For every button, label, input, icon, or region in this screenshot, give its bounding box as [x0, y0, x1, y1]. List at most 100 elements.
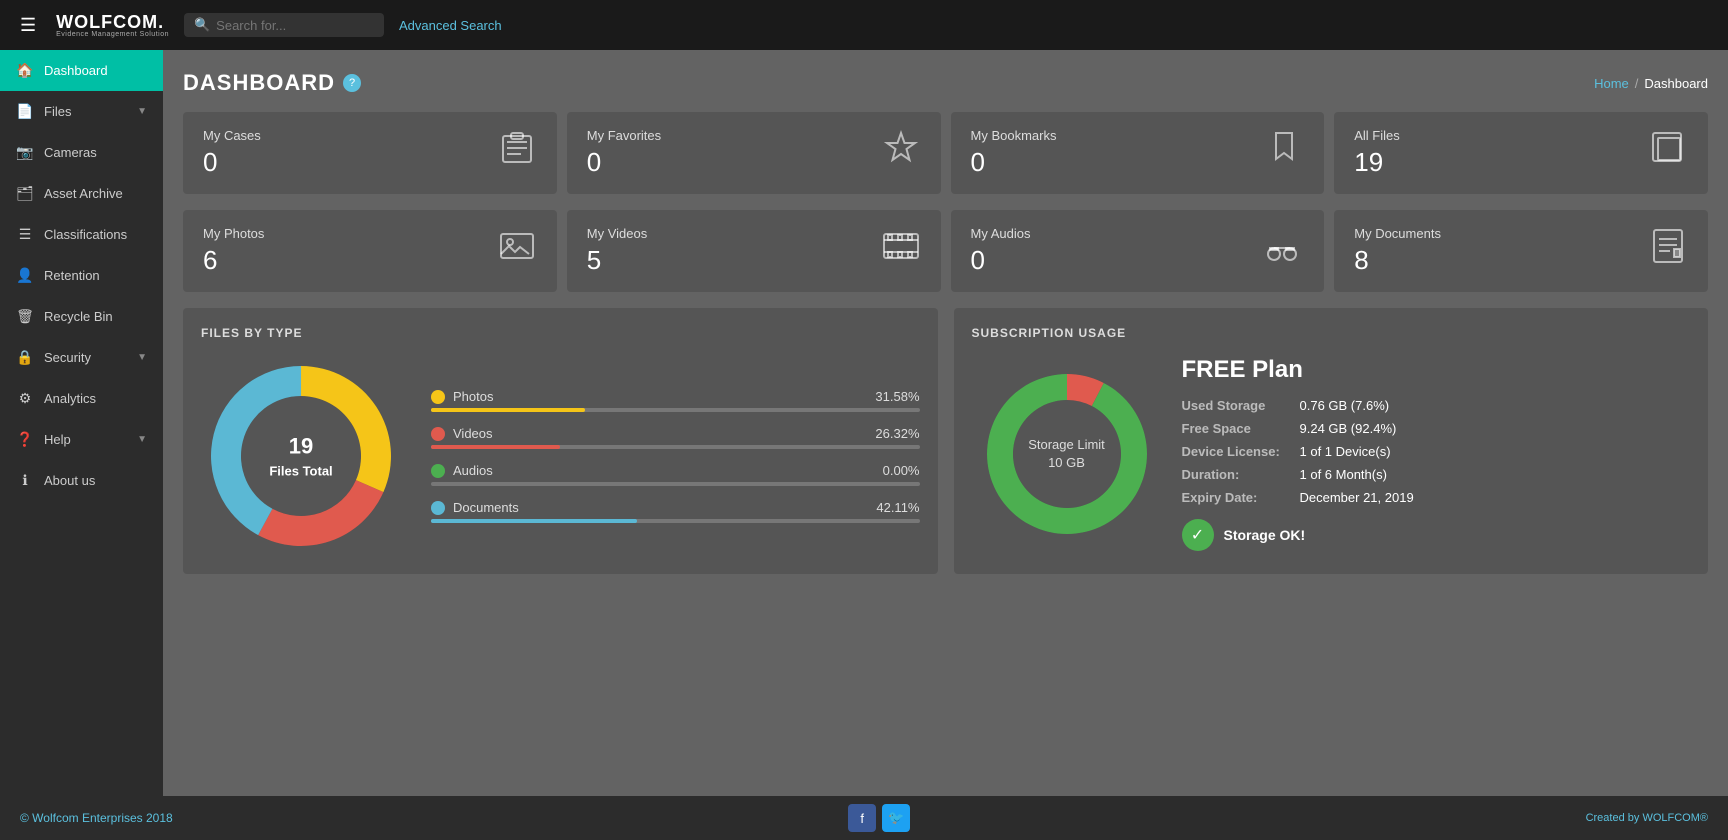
stat-card-my-documents[interactable]: My Documents 8: [1334, 210, 1708, 292]
help-icon: ❓: [16, 431, 34, 448]
advanced-search-link[interactable]: Advanced Search: [399, 18, 502, 33]
stat-value: 6: [203, 245, 264, 276]
security-label: Security: [44, 350, 127, 365]
used-storage-row: Used Storage 0.76 GB (7.6%): [1182, 398, 1691, 413]
stat-label: My Cases: [203, 128, 261, 143]
stat-card-my-audios[interactable]: My Audios 0: [951, 210, 1325, 292]
sidebar-item-retention[interactable]: 👤 Retention: [0, 255, 163, 296]
stat-icon: [1260, 226, 1304, 276]
subscription-donut: Storage Limit 10 GB: [972, 359, 1162, 549]
breadcrumb-home[interactable]: Home: [1594, 76, 1629, 91]
stats-row-2: My Photos 6 My Videos 5: [183, 210, 1708, 292]
stat-value: 0: [203, 147, 261, 178]
stat-card-my-cases[interactable]: My Cases 0: [183, 112, 557, 194]
subscription-panel: SUBSCRIPTION USAGE Storage Limit 10 GB F…: [954, 308, 1709, 574]
legend-dot: [431, 390, 445, 404]
help-label: Help: [44, 432, 127, 447]
files-legend: Photos 31.58% Videos 26.32%: [431, 389, 920, 523]
breadcrumb-sep: /: [1635, 76, 1639, 91]
sidebar-item-cameras[interactable]: 📷 Cameras: [0, 132, 163, 173]
twitter-button[interactable]: 🐦: [882, 804, 910, 832]
device-license-row: Device License: 1 of 1 Device(s): [1182, 444, 1691, 459]
cameras-label: Cameras: [44, 145, 147, 160]
storage-ok-row: ✓ Storage OK!: [1182, 519, 1691, 551]
stat-icon: [1648, 128, 1688, 178]
storage-ok-label: Storage OK!: [1224, 527, 1306, 543]
footer-social: f 🐦: [848, 804, 910, 832]
help-icon[interactable]: ?: [343, 74, 361, 92]
duration-key: Duration:: [1182, 467, 1292, 482]
files-by-type-panel: FILES BY TYPE 19 Files Total Photos 3: [183, 308, 938, 574]
legend-dot: [431, 464, 445, 478]
security-arrow: ▼: [137, 352, 147, 363]
sidebar-item-analytics[interactable]: ⚙ Analytics: [0, 378, 163, 419]
retention-icon: 👤: [16, 267, 34, 284]
topnav: ☰ WOLFCOM. Evidence Management Solution …: [0, 0, 1728, 50]
stat-value: 0: [971, 245, 1031, 276]
stat-card-all-files[interactable]: All Files 19: [1334, 112, 1708, 194]
breadcrumb-current: Dashboard: [1644, 76, 1708, 91]
stat-icon: [1648, 226, 1688, 276]
analytics-label: Analytics: [44, 391, 147, 406]
legend-item-photos: Photos 31.58%: [431, 389, 920, 412]
stat-card-my-photos[interactable]: My Photos 6: [183, 210, 557, 292]
files-icon: 📄: [16, 103, 34, 120]
sidebar-item-asset-archive[interactable]: 🗂 Asset Archive: [0, 173, 163, 214]
stat-label: My Audios: [971, 226, 1031, 241]
stat-label: My Bookmarks: [971, 128, 1057, 143]
storage-ok-icon: ✓: [1182, 519, 1214, 551]
facebook-button[interactable]: f: [848, 804, 876, 832]
files-by-type-content: 19 Files Total Photos 31.58%: [201, 356, 920, 556]
stat-card-my-favorites[interactable]: My Favorites 0: [567, 112, 941, 194]
sidebar-item-dashboard[interactable]: 🏠 Dashboard: [0, 50, 163, 91]
files-label: Files: [44, 104, 127, 119]
stat-label: My Documents: [1354, 226, 1441, 241]
logo: WOLFCOM. Evidence Management Solution: [56, 13, 169, 38]
legend-item-documents: Documents 42.11%: [431, 500, 920, 523]
footer-copyright: © Wolfcom Enterprises: [20, 811, 143, 825]
stat-icon: [497, 226, 537, 276]
sidebar-item-about[interactable]: ℹ About us: [0, 460, 163, 501]
dashboard-icon: 🏠: [16, 62, 34, 79]
security-icon: 🔒: [16, 349, 34, 366]
classifications-label: Classifications: [44, 227, 147, 242]
stat-label: All Files: [1354, 128, 1400, 143]
stat-card-my-videos[interactable]: My Videos 5: [567, 210, 941, 292]
sidebar-item-security[interactable]: 🔒 Security ▼: [0, 337, 163, 378]
classifications-icon: ☰: [16, 226, 34, 243]
footer-right: Created by WOLFCOM®: [1586, 812, 1708, 824]
stat-icon: [497, 128, 537, 178]
about-label: About us: [44, 473, 147, 488]
expiry-val: December 21, 2019: [1300, 490, 1414, 505]
sidebar-item-recycle-bin[interactable]: 🗑 Recycle Bin: [0, 296, 163, 337]
search-icon: 🔍: [194, 17, 210, 33]
stat-label: My Favorites: [587, 128, 661, 143]
breadcrumb: Home / Dashboard: [1594, 76, 1708, 91]
search-input[interactable]: [216, 18, 356, 33]
donut-svg: [201, 356, 401, 556]
sidebar-item-classifications[interactable]: ☰ Classifications: [0, 214, 163, 255]
hamburger-button[interactable]: ☰: [15, 10, 41, 41]
analytics-icon: ⚙: [16, 390, 34, 407]
asset-archive-icon: 🗂: [16, 185, 34, 202]
dashboard-label: Dashboard: [44, 63, 147, 78]
sidebar-item-files[interactable]: 📄 Files ▼: [0, 91, 163, 132]
stat-icon: [1264, 128, 1304, 178]
stat-card-my-bookmarks[interactable]: My Bookmarks 0: [951, 112, 1325, 194]
help-arrow: ▼: [137, 434, 147, 445]
logo-sub: Evidence Management Solution: [56, 31, 169, 38]
stat-value: 0: [971, 147, 1057, 178]
logo-main: WOLFCOM.: [56, 13, 169, 31]
bottom-panels: FILES BY TYPE 19 Files Total Photos 3: [183, 308, 1708, 574]
layout: 🏠 Dashboard 📄 Files ▼ 📷 Cameras 🗂 Asset …: [0, 50, 1728, 796]
used-storage-val: 0.76 GB (7.6%): [1300, 398, 1390, 413]
legend-item-audios: Audios 0.00%: [431, 463, 920, 486]
stat-value: 19: [1354, 147, 1400, 178]
duration-val: 1 of 6 Month(s): [1300, 467, 1387, 482]
expiry-row: Expiry Date: December 21, 2019: [1182, 490, 1691, 505]
sidebar-item-help[interactable]: ❓ Help ▼: [0, 419, 163, 460]
free-space-row: Free Space 9.24 GB (92.4%): [1182, 421, 1691, 436]
subscription-title: SUBSCRIPTION USAGE: [972, 326, 1691, 340]
legend-dot: [431, 501, 445, 515]
footer-left: © Wolfcom Enterprises 2018: [20, 811, 173, 825]
